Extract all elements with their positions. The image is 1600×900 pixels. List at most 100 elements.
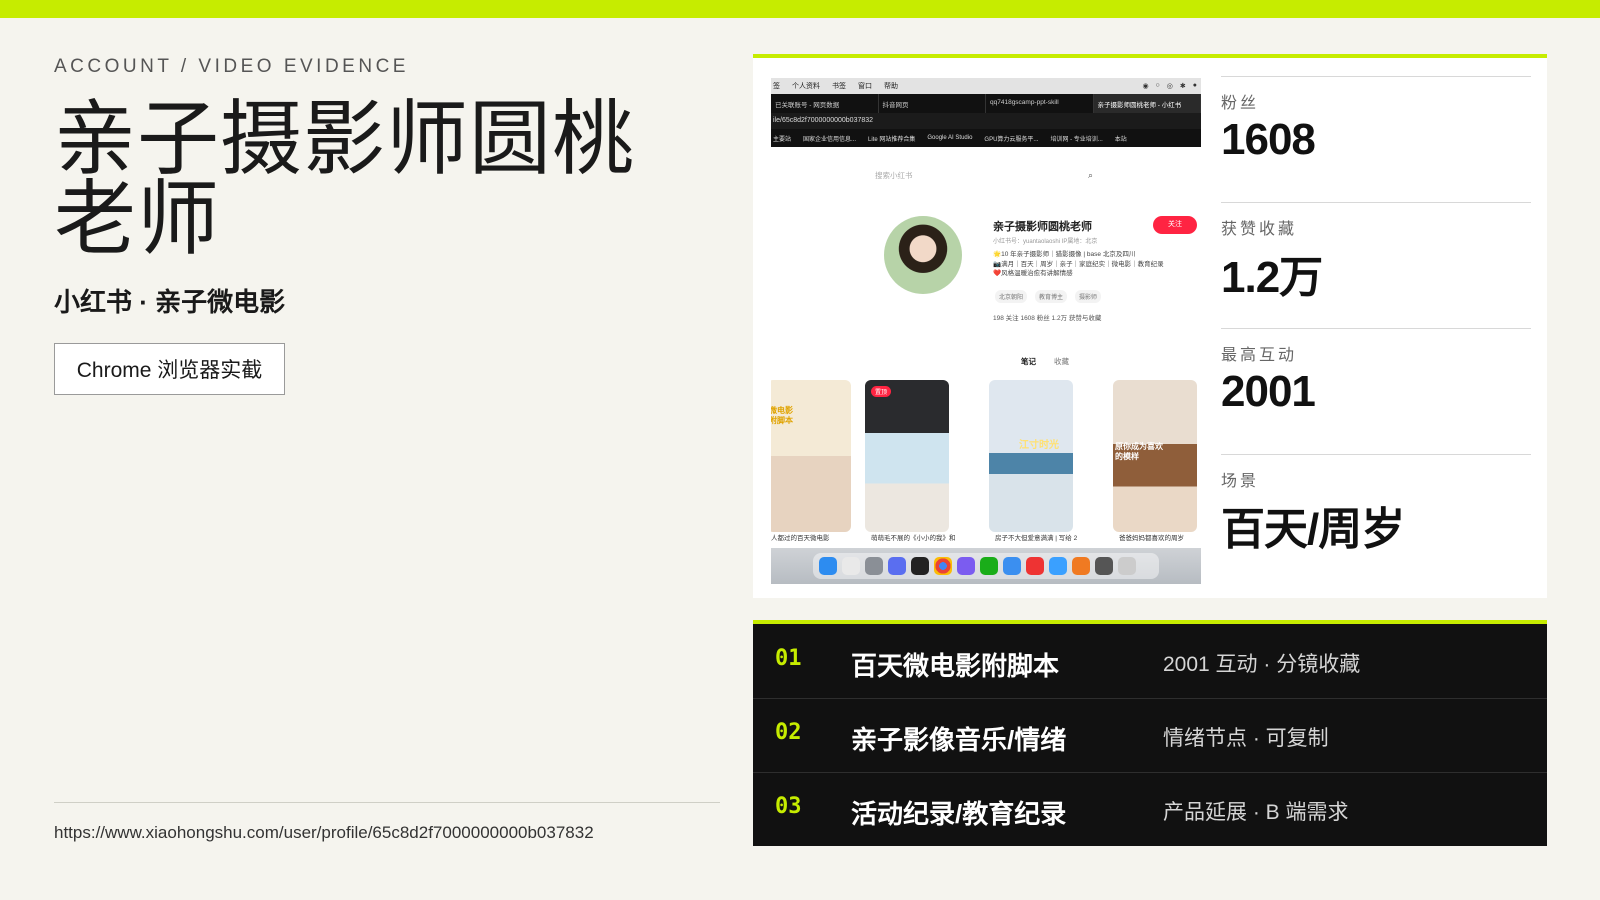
menu-item[interactable]: 窗口 — [858, 81, 872, 91]
bookmark-item[interactable]: 主要站 — [773, 134, 791, 143]
page-title: 亲子摄影师圆桃老师 — [54, 94, 636, 265]
browser-tab[interactable]: qq7418gscamp-ppt-skill — [986, 94, 1094, 113]
card-overlay-text: 江寸时光 — [1019, 440, 1059, 451]
stat-likes: 获赞收藏 1.2万 — [1221, 202, 1531, 305]
content-table: 01 百天微电影附脚本 2001 互动 · 分镜收藏 02 亲子影像音乐/情绪 … — [753, 620, 1547, 846]
bookmark-item[interactable]: Lite 网站推荐合集 — [868, 134, 915, 143]
browser-tab-bar: 已关联账号 - 网页数据 抖音网页 qq7418gscamp-ppt-skill… — [771, 94, 1201, 113]
stat-interaction: 最高互动 2001 — [1221, 328, 1531, 417]
stat-value: 1.2万 — [1221, 253, 1323, 302]
stat-value: 2001 — [1221, 367, 1316, 416]
row-title: 百天微电影附脚本 — [851, 651, 1060, 681]
menu-item[interactable]: 书签 — [832, 81, 846, 91]
profile-url[interactable]: https://www.xiaohongshu.com/user/profile… — [54, 823, 594, 843]
browser-screenshot: 签 个人资料 书签 窗口 帮助 ◉ ○ ◎ ✱ ● 已关联账号 - 网页数据 抖… — [771, 78, 1201, 584]
app-icon[interactable] — [1072, 557, 1090, 575]
card-caption[interactable]: 爸爸妈妈都喜欢的周岁 — [1119, 532, 1184, 542]
bluetooth-status-icon[interactable]: ✱ — [1180, 82, 1186, 90]
stat-divider — [1221, 76, 1531, 77]
profile-tag: 摄影师 — [1075, 290, 1102, 303]
stat-scene: 场景 百天/周岁 — [1221, 454, 1531, 557]
browser-tab[interactable]: 已关联账号 - 网页数据 — [771, 94, 879, 113]
card-caption[interactable]: 房子不大但爱意满满 | 写给 2 — [995, 532, 1077, 542]
bookmark-item[interactable]: GPU算力云服务平... — [984, 134, 1038, 143]
stat-value: 1608 — [1221, 115, 1316, 164]
tab-collect[interactable]: 收藏 — [1054, 356, 1069, 367]
stat-followers: 粉丝 1608 — [1221, 76, 1531, 165]
stat-divider — [1221, 454, 1531, 455]
stat-label: 粉丝 — [1221, 95, 1260, 112]
stat-divider — [1221, 328, 1531, 329]
wps-icon[interactable] — [1026, 557, 1044, 575]
card-overlay-text: 微电影附脚本 — [771, 406, 793, 425]
wechat-status-icon[interactable]: ◎ — [1167, 82, 1173, 90]
profile-tag: 教育博主 — [1035, 290, 1068, 303]
chrome-icon[interactable] — [934, 557, 952, 575]
row-title: 亲子影像音乐/情绪 — [851, 725, 1067, 755]
pinned-badge: 置顶 — [871, 386, 892, 397]
menu-item[interactable]: 签 — [773, 81, 780, 91]
card-caption[interactable]: 萌萌毛不展的《小小的我》和 — [871, 532, 956, 542]
app-icon[interactable] — [888, 557, 906, 575]
control-center-icon[interactable]: ● — [1193, 82, 1197, 90]
eyebrow-label: ACCOUNT / VIDEO EVIDENCE — [54, 56, 409, 77]
browser-tab-active[interactable]: 亲子摄影师圆桃老师 - 小红书 — [1093, 94, 1201, 113]
profile-tabs: 笔记 收藏 — [1021, 356, 1069, 367]
card-overlay-text: 原你成为喜欢的模样 — [1115, 442, 1163, 461]
app-icon[interactable] — [957, 557, 975, 575]
note-card[interactable]: 江寸时光 — [989, 380, 1073, 532]
browser-tab[interactable]: 抖音网页 — [879, 94, 986, 113]
address-bar[interactable]: ile/65c8d2f7000000000b037832 — [771, 113, 1201, 129]
note-card[interactable]: 微电影附脚本 — [771, 380, 851, 532]
card-caption[interactable]: 人都过的百天微电影 — [771, 532, 830, 542]
avatar[interactable] — [884, 216, 962, 294]
phone-icon[interactable] — [1095, 557, 1113, 575]
app-icon[interactable] — [1049, 557, 1067, 575]
note-card[interactable]: 原你成为喜欢的模样 — [1113, 380, 1197, 532]
profile-tag: 北京朝阳 — [995, 290, 1028, 303]
menu-status-icons: ◉ ○ ◎ ✱ ● — [1142, 82, 1201, 90]
menu-item[interactable]: 个人资料 — [792, 81, 820, 91]
row-number: 03 — [775, 794, 802, 819]
footer-divider — [54, 802, 720, 803]
search-status-icon[interactable]: ○ — [1156, 82, 1160, 90]
follow-button[interactable]: 关注 — [1153, 216, 1197, 234]
finder-icon[interactable] — [819, 557, 837, 575]
page-subtitle: 小红书 · 亲子微电影 — [54, 287, 286, 317]
note-card[interactable]: 置顶 — [865, 380, 949, 532]
profile-id: 小红书号：yuantaolaoshi IP属地：北京 — [993, 239, 1098, 245]
trash-icon[interactable] — [1118, 557, 1136, 575]
stat-divider — [1221, 202, 1531, 203]
bookmark-item[interactable]: Google AI Studio — [927, 135, 972, 141]
row-note: 情绪节点 · 可复制 — [1163, 727, 1329, 750]
profile-tags: 北京朝阳 教育博主 摄影师 — [995, 290, 1102, 303]
terminal-icon[interactable] — [911, 557, 929, 575]
stat-label: 最高互动 — [1221, 347, 1298, 364]
wechat-icon[interactable] — [980, 557, 998, 575]
table-row: 02 亲子影像音乐/情绪 情绪节点 · 可复制 — [753, 698, 1547, 773]
profile-name: 亲子摄影师圆桃老师 — [993, 221, 1092, 233]
menu-item[interactable]: 帮助 — [884, 81, 898, 91]
profile-bio: 🌟10 年亲子摄影师｜猎影摄像 | base 北京及四川 📷满月｜百天｜周岁｜亲… — [993, 250, 1193, 279]
chrome-status-icon[interactable]: ◉ — [1142, 82, 1148, 90]
accent-top-bar — [0, 0, 1600, 18]
screenshot-panel: 签 个人资料 书签 窗口 帮助 ◉ ○ ◎ ✱ ● 已关联账号 - 网页数据 抖… — [753, 54, 1547, 598]
row-number: 01 — [775, 646, 802, 671]
bio-line: 📷满月｜百天｜周岁｜亲子｜家庭纪实｜微电影｜教育纪录 — [993, 260, 1164, 268]
settings-icon[interactable] — [865, 557, 883, 575]
bookmark-item[interactable]: 培训网 - 专业培训... — [1050, 134, 1102, 143]
bio-line: 🌟10 年亲子摄影师｜猎影摄像 | base 北京及四川 — [993, 251, 1136, 258]
row-note: 产品延展 · B 端需求 — [1163, 801, 1349, 824]
stat-value: 百天/周岁 — [1221, 505, 1405, 554]
launchpad-icon[interactable] — [842, 557, 860, 575]
bookmarks-bar: 主要站 国家企业信用信息... Lite 网站推荐合集 Google AI St… — [771, 129, 1201, 147]
bookmark-item[interactable]: 国家企业信用信息... — [803, 134, 856, 143]
stat-label: 获赞收藏 — [1221, 221, 1298, 238]
xhs-search-input[interactable]: 搜索小红书 ⌕ — [875, 170, 1097, 186]
bookmark-item[interactable]: 本站 — [1115, 134, 1127, 143]
row-note: 2001 互动 · 分镜收藏 — [1163, 653, 1361, 676]
table-row: 01 百天微电影附脚本 2001 互动 · 分镜收藏 — [753, 624, 1547, 699]
search-icon[interactable]: ⌕ — [1088, 170, 1093, 181]
app-icon[interactable] — [1003, 557, 1021, 575]
tab-notes[interactable]: 笔记 — [1021, 356, 1036, 367]
